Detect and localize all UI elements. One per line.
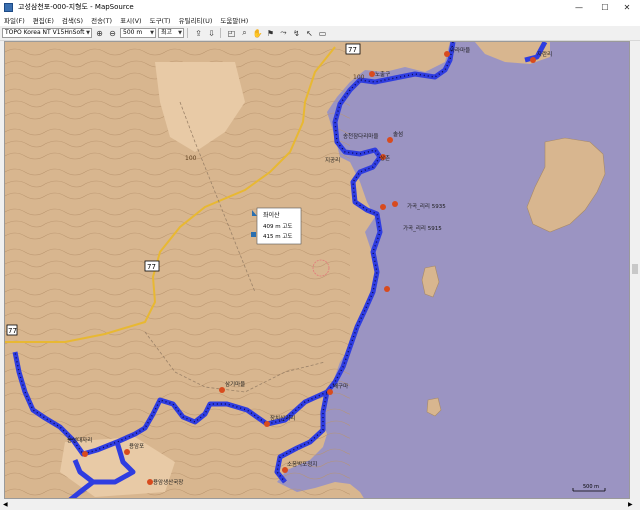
dropdown-arrow-icon: ▼	[86, 30, 90, 36]
measure-tool-button[interactable]: ▭	[317, 28, 328, 39]
magnifier-icon: ⌕	[242, 28, 247, 37]
waypoint-label: 송천잠다리마을	[343, 132, 378, 140]
toolbar-divider	[187, 28, 188, 38]
menu-search[interactable]: 검색(S)	[58, 15, 87, 25]
receive-device-icon: ⇩	[208, 28, 215, 38]
menu-help[interactable]: 도움말(H)	[216, 15, 252, 25]
waypoint-tool-button[interactable]: ⚑	[265, 28, 276, 39]
dropdown-arrow-icon: ▼	[150, 30, 154, 36]
road-label-77-north: 77	[348, 46, 357, 54]
menu-view[interactable]: 표시(V)	[116, 15, 145, 25]
menu-edit[interactable]: 편집(E)	[29, 15, 58, 25]
waypoint-label: 장치산거리	[270, 414, 295, 422]
waypoint-label: 용암포	[129, 442, 144, 450]
zoom-out-icon: ⊖	[109, 28, 116, 38]
summit-icon	[251, 232, 256, 237]
waypoint-label: 솔섬	[393, 130, 403, 138]
elevation-label-100-north: 100	[353, 74, 365, 81]
zoom-tool-button[interactable]: ⌕	[239, 28, 250, 39]
map-product-select[interactable]: TOPO Korea NT V15HnSoft ▼	[2, 28, 92, 38]
scroll-left-icon[interactable]: ◀	[3, 501, 8, 508]
waypoint-label: 봉성대자리	[67, 436, 92, 444]
zoom-in-icon: ⊕	[96, 28, 103, 38]
elevation-label-100: 100	[185, 155, 197, 162]
waypoint-marker[interactable]	[530, 57, 536, 63]
menu-utilities[interactable]: 유틸리티(U)	[175, 15, 217, 25]
hand-icon: ✋	[252, 28, 263, 38]
waypoint-label: 가곡_리리 5915	[403, 224, 442, 232]
road-label-77-center: 77	[147, 263, 156, 271]
map-canvas[interactable]: 77 77 77 100 100 노출구 솔섬 송천잠다리마을 상촌 지공리 가…	[5, 42, 630, 499]
peak-info-popup: 좌이산 409 m 고도 415 m 고도	[251, 207, 302, 245]
title-bar: 고성삼천포-000-지형도 - MapSource — ☐ ✕	[0, 0, 640, 14]
map-tool-button[interactable]: ◰	[226, 28, 237, 39]
route-tool-button[interactable]: ⤳	[278, 28, 289, 39]
waypoint-label: 아라마을	[450, 46, 470, 54]
close-icon: ✕	[623, 2, 631, 12]
toolbar: TOPO Korea NT V15HnSoft ▼ ⊕ ⊖ 500 m ▼ 최고 ▼ …	[0, 26, 640, 41]
ruler-icon: ▭	[318, 28, 327, 38]
menu-transfer[interactable]: 전송(T)	[87, 15, 116, 25]
waypoint-marker[interactable]	[380, 204, 386, 210]
zoom-in-button[interactable]: ⊕	[94, 28, 105, 39]
map-view[interactable]: 77 77 77 100 100 노출구 솔섬 송천잠다리마을 상촌 지공리 가…	[4, 41, 630, 499]
flag-icon: ⚑	[266, 28, 275, 38]
waypoint-label: 가곡_리리 5935	[407, 202, 446, 210]
hand-tool-button[interactable]: ✋	[252, 28, 263, 39]
waypoint-marker[interactable]	[392, 201, 398, 207]
waypoint-marker[interactable]	[82, 451, 88, 457]
waypoint-label: 자란리	[537, 50, 552, 58]
waypoint-label: 배구마	[333, 382, 348, 390]
map-product-value: TOPO Korea NT V15HnSoft	[5, 29, 85, 36]
horizontal-scrollbar[interactable]: ◀ ▶	[0, 499, 640, 510]
window-title: 고성삼천포-000-지형도 - MapSource	[18, 3, 134, 11]
zoom-scale-select[interactable]: 500 m ▼	[120, 28, 156, 38]
waypoint-label: 삼기마을	[225, 380, 245, 388]
select-tool-button[interactable]: ↖	[304, 28, 315, 39]
minimize-icon: —	[575, 2, 583, 12]
toolbar-divider	[220, 28, 221, 38]
track-icon: ↯	[293, 28, 300, 38]
peak-name: 좌이산	[263, 211, 280, 219]
peak-elevation-1: 409 m 고도	[263, 223, 292, 230]
close-button[interactable]: ✕	[614, 0, 640, 14]
menu-file[interactable]: 파일(F)	[0, 15, 29, 25]
cursor-arrow-icon: ↖	[306, 28, 313, 38]
dropdown-arrow-icon: ▼	[178, 30, 182, 36]
vertical-scrollbar[interactable]	[630, 41, 640, 499]
waypoint-label: 노출구	[375, 70, 390, 78]
waypoint-label: 상촌	[380, 154, 390, 162]
mapsource-app-icon	[4, 2, 13, 12]
detail-select[interactable]: 최고 ▼	[158, 28, 184, 38]
waypoint-label: 지공리	[325, 156, 340, 164]
detail-value: 최고	[161, 29, 173, 36]
track-tool-button[interactable]: ↯	[291, 28, 302, 39]
vertical-scroll-thumb[interactable]	[632, 264, 638, 274]
scale-bar-label: 500 m	[583, 484, 599, 490]
zoom-scale-value: 500 m	[123, 29, 143, 36]
send-to-device-button[interactable]: ⇪	[193, 28, 204, 39]
menu-tools[interactable]: 도구(T)	[146, 15, 175, 25]
zoom-out-button[interactable]: ⊖	[107, 28, 118, 39]
peak-elevation-2: 415 m 고도	[263, 233, 292, 240]
maximize-icon: ☐	[601, 2, 609, 12]
minimize-button[interactable]: —	[566, 0, 592, 14]
route-icon: ⤳	[280, 28, 287, 37]
road-label-77-west: 77	[8, 327, 17, 335]
scroll-right-icon[interactable]: ▶	[628, 501, 633, 508]
waypoint-label: 용암생산국장	[153, 478, 183, 486]
receive-from-device-button[interactable]: ⇩	[206, 28, 217, 39]
send-device-icon: ⇪	[195, 28, 202, 38]
waypoint-marker[interactable]	[384, 286, 390, 292]
map-select-icon: ◰	[227, 28, 236, 38]
menu-bar: 파일(F) 편집(E) 검색(S) 전송(T) 표시(V) 도구(T) 유틸리티…	[0, 14, 640, 26]
waypoint-label: 소음박포정지	[287, 460, 317, 468]
